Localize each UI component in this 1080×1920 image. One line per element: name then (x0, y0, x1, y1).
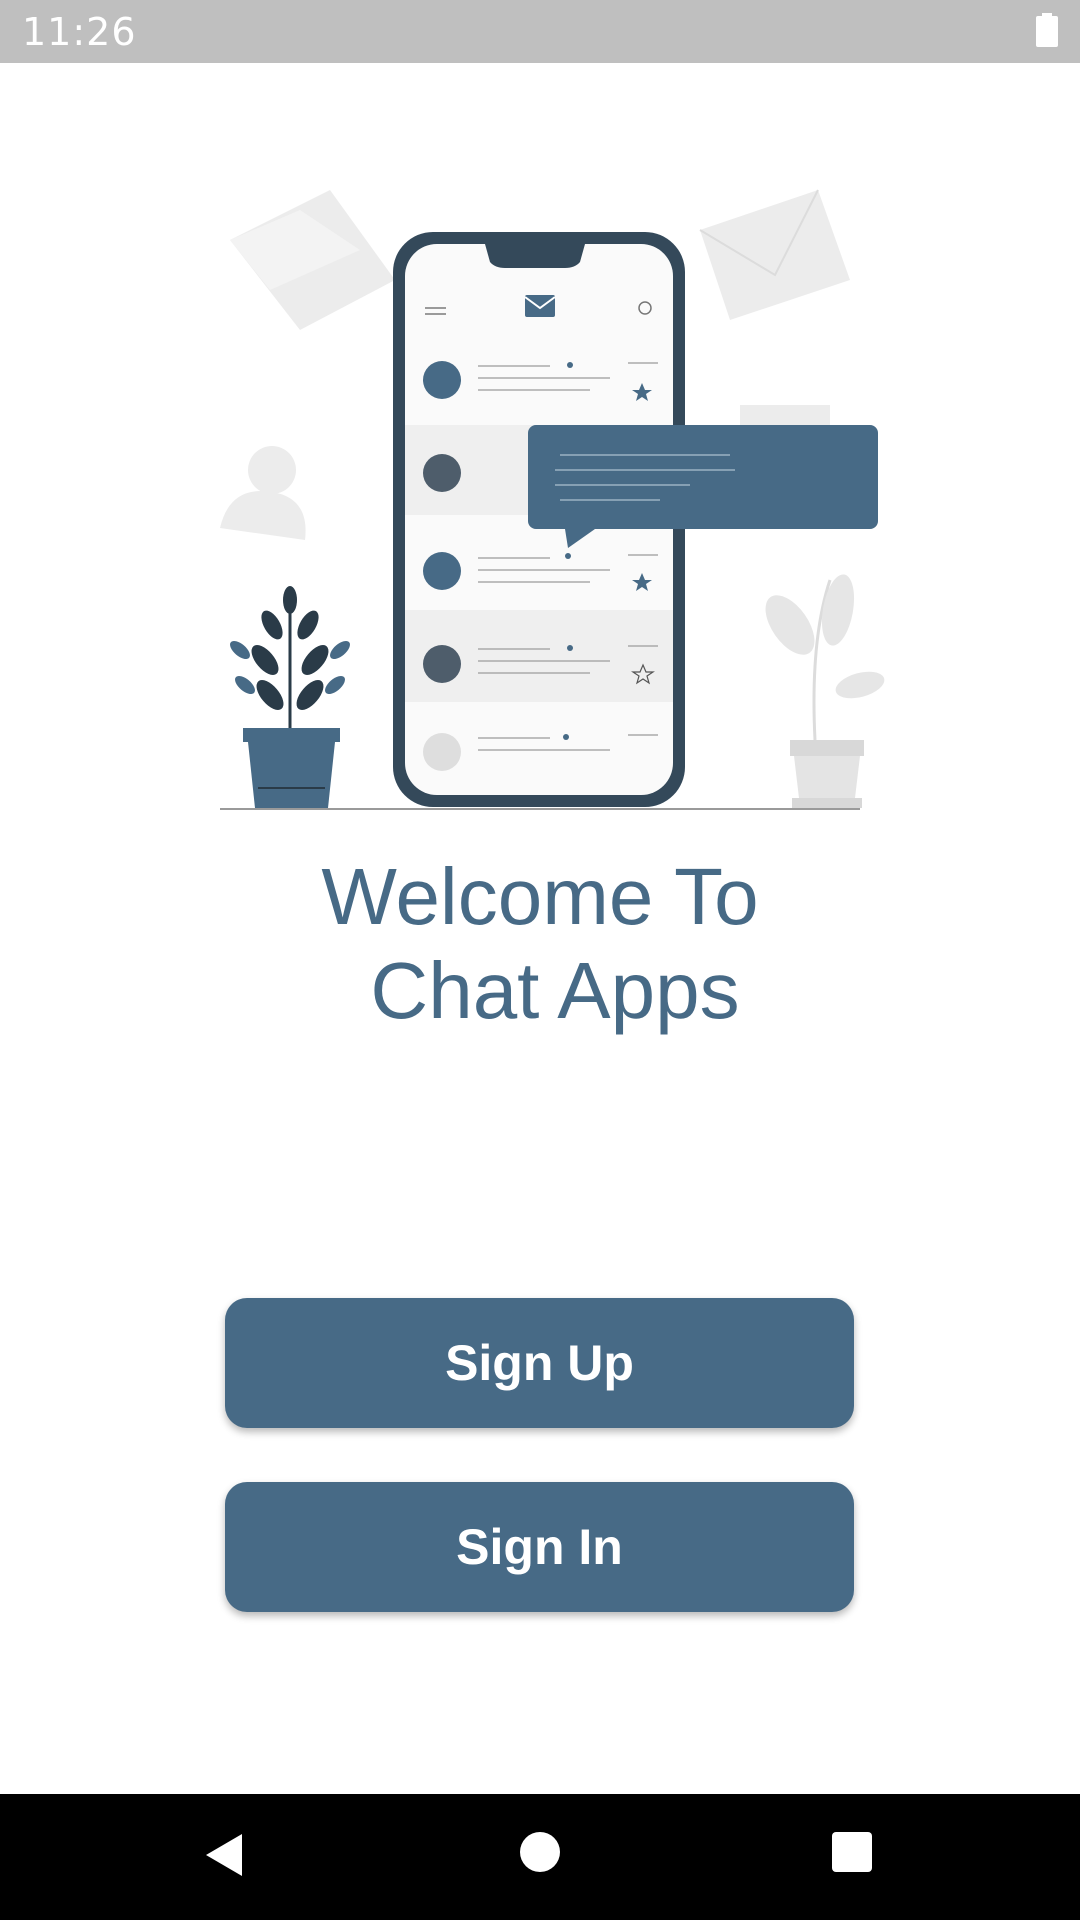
status-bar: 11:26 (0, 0, 1080, 63)
welcome-line-1: Welcome To (321, 852, 759, 941)
home-icon[interactable] (520, 1832, 560, 1872)
potted-plant-right-icon (765, 574, 885, 808)
back-icon[interactable] (200, 1830, 250, 1880)
envelope-right-icon (699, 189, 850, 320)
welcome-line-2: Chat Apps (370, 946, 740, 1035)
status-time: 11:26 (22, 10, 137, 54)
welcome-illustration (220, 189, 885, 810)
sign-up-button[interactable]: Sign Up (225, 1298, 854, 1428)
person-silhouette-icon (220, 446, 306, 540)
sign-in-button[interactable]: Sign In (225, 1482, 854, 1612)
navigation-bar (0, 1794, 1080, 1920)
envelope-left-icon (230, 190, 395, 330)
potted-plant-left-icon (230, 586, 350, 808)
recents-icon[interactable] (832, 1832, 872, 1872)
battery-icon (1036, 13, 1058, 47)
chat-bubble-icon (528, 405, 878, 548)
welcome-title: Welcome To Chat Apps (0, 850, 1080, 1038)
